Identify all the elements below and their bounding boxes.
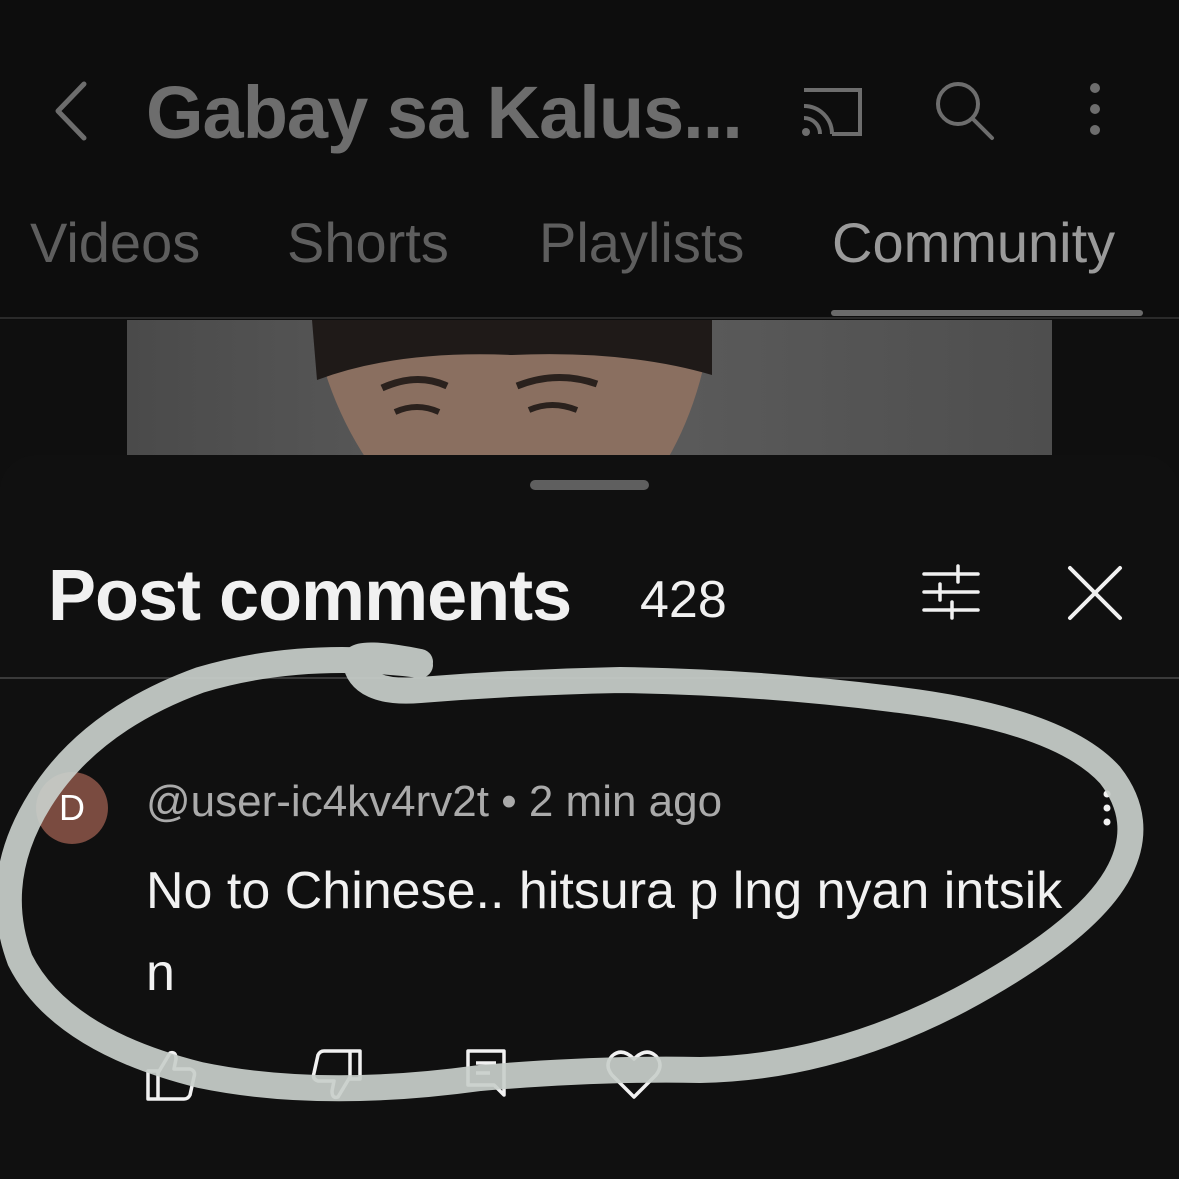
comment-count: 428 [640, 571, 727, 629]
close-icon[interactable] [1066, 564, 1124, 622]
person-photo-icon [312, 320, 712, 460]
tabs-divider [0, 317, 1179, 319]
meta-separator: • [501, 777, 517, 826]
cast-icon[interactable] [798, 76, 868, 146]
tab-playlists[interactable]: Playlists [539, 210, 744, 275]
tab-shorts[interactable]: Shorts [287, 210, 449, 275]
sheet-divider [0, 677, 1179, 679]
tab-community[interactable]: Community [832, 210, 1115, 275]
tab-videos[interactable]: Videos [30, 210, 200, 275]
search-icon[interactable] [930, 76, 1000, 146]
dislike-icon[interactable] [308, 1045, 368, 1105]
like-icon[interactable] [140, 1045, 200, 1105]
comment-author[interactable]: @user-ic4kv4rv2t [146, 777, 489, 826]
post-image [127, 320, 1052, 460]
heart-icon[interactable] [604, 1045, 664, 1105]
comment-meta: @user-ic4kv4rv2t • 2 min ago [146, 777, 722, 827]
more-vert-icon[interactable] [1060, 76, 1130, 146]
comment-time: 2 min ago [528, 777, 723, 826]
comment-more-icon[interactable] [1090, 788, 1124, 828]
filter-icon[interactable] [918, 562, 984, 622]
sheet-title: Post comments [48, 556, 572, 636]
reply-icon[interactable] [456, 1045, 516, 1105]
channel-tabs: Videos Shorts Playlists Community [0, 210, 1179, 290]
comment-text: No to Chinese.. hitsura p lng nyan intsi… [146, 862, 1063, 1002]
drag-handle[interactable] [530, 480, 649, 490]
active-tab-indicator [831, 310, 1143, 316]
avatar[interactable]: D [36, 772, 108, 844]
channel-title: Gabay sa Kalus... [146, 71, 743, 154]
back-arrow-icon[interactable] [48, 76, 108, 146]
